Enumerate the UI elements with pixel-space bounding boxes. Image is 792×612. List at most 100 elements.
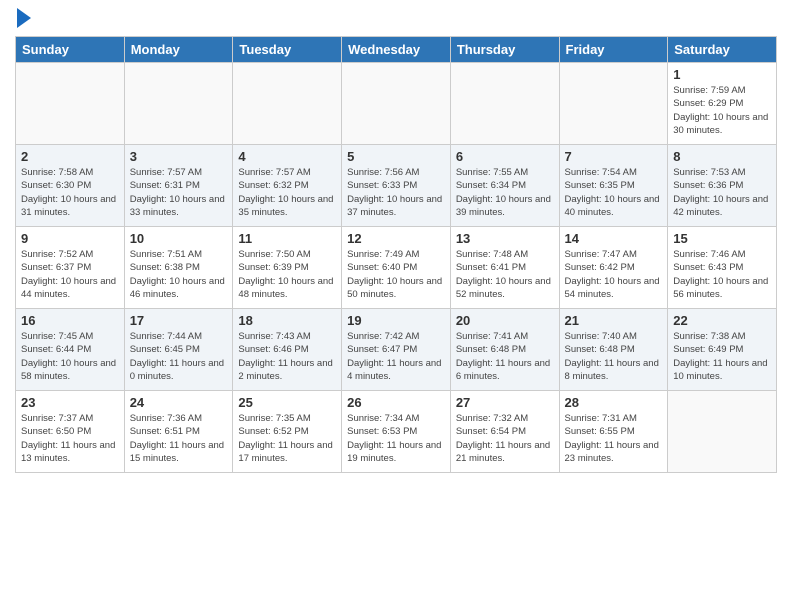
day-number: 7: [565, 149, 663, 164]
day-number: 4: [238, 149, 336, 164]
day-info: Sunrise: 7:54 AM Sunset: 6:35 PM Dayligh…: [565, 166, 663, 219]
day-number: 17: [130, 313, 228, 328]
calendar-cell: 27 Sunrise: 7:32 AM Sunset: 6:54 PM Dayli…: [450, 391, 559, 473]
day-number: 11: [238, 231, 336, 246]
day-info: Sunrise: 7:40 AM Sunset: 6:48 PM Dayligh…: [565, 330, 663, 383]
day-number: 3: [130, 149, 228, 164]
calendar-cell: [233, 63, 342, 145]
calendar-header-monday: Monday: [124, 37, 233, 63]
calendar-cell: 26Sunrise: 7:34 AM Sunset: 6:53 PM Dayli…: [342, 391, 451, 473]
calendar-cell: 13 Sunrise: 7:48 AM Sunset: 6:41 PM Dayli…: [450, 227, 559, 309]
day-number: 1: [673, 67, 771, 82]
calendar-cell: 7 Sunrise: 7:54 AM Sunset: 6:35 PM Daylig…: [559, 145, 668, 227]
day-number: 13: [456, 231, 554, 246]
calendar-week-3: 9 Sunrise: 7:52 AM Sunset: 6:37 PM Daylig…: [16, 227, 777, 309]
page-container: SundayMondayTuesdayWednesdayThursdayFrid…: [0, 0, 792, 478]
calendar-cell: 4 Sunrise: 7:57 AM Sunset: 6:32 PM Daylig…: [233, 145, 342, 227]
day-number: 23: [21, 395, 119, 410]
day-number: 10: [130, 231, 228, 246]
calendar-header-sunday: Sunday: [16, 37, 125, 63]
calendar-table: SundayMondayTuesdayWednesdayThursdayFrid…: [15, 36, 777, 473]
day-info: Sunrise: 7:46 AM Sunset: 6:43 PM Dayligh…: [673, 248, 771, 301]
calendar-header-row: SundayMondayTuesdayWednesdayThursdayFrid…: [16, 37, 777, 63]
day-number: 8: [673, 149, 771, 164]
calendar-week-5: 23 Sunrise: 7:37 AM Sunset: 6:50 PM Dayli…: [16, 391, 777, 473]
day-number: 20: [456, 313, 554, 328]
day-info: Sunrise: 7:56 AM Sunset: 6:33 PM Dayligh…: [347, 166, 445, 219]
day-info: Sunrise: 7:53 AM Sunset: 6:36 PM Dayligh…: [673, 166, 771, 219]
calendar-cell: 15 Sunrise: 7:46 AM Sunset: 6:43 PM Dayli…: [668, 227, 777, 309]
day-number: 21: [565, 313, 663, 328]
day-info: Sunrise: 7:43 AM Sunset: 6:46 PM Dayligh…: [238, 330, 336, 383]
day-info: Sunrise: 7:49 AM Sunset: 6:40 PM Dayligh…: [347, 248, 445, 301]
day-number: 19: [347, 313, 445, 328]
calendar-cell: [559, 63, 668, 145]
day-info: Sunrise: 7:32 AM Sunset: 6:54 PM Dayligh…: [456, 412, 554, 465]
day-number: 15: [673, 231, 771, 246]
calendar-cell: 11 Sunrise: 7:50 AM Sunset: 6:39 PM Dayli…: [233, 227, 342, 309]
day-number: 22: [673, 313, 771, 328]
calendar-cell: 19Sunrise: 7:42 AM Sunset: 6:47 PM Dayli…: [342, 309, 451, 391]
day-number: 12: [347, 231, 445, 246]
day-info: Sunrise: 7:31 AM Sunset: 6:55 PM Dayligh…: [565, 412, 663, 465]
day-info: Sunrise: 7:34 AM Sunset: 6:53 PM Dayligh…: [347, 412, 445, 465]
calendar-cell: 21 Sunrise: 7:40 AM Sunset: 6:48 PM Dayli…: [559, 309, 668, 391]
day-info: Sunrise: 7:50 AM Sunset: 6:39 PM Dayligh…: [238, 248, 336, 301]
day-number: 24: [130, 395, 228, 410]
calendar-cell: 10 Sunrise: 7:51 AM Sunset: 6:38 PM Dayli…: [124, 227, 233, 309]
day-info: Sunrise: 7:57 AM Sunset: 6:32 PM Dayligh…: [238, 166, 336, 219]
calendar-cell: [16, 63, 125, 145]
calendar-cell: [124, 63, 233, 145]
calendar-header-wednesday: Wednesday: [342, 37, 451, 63]
day-info: Sunrise: 7:47 AM Sunset: 6:42 PM Dayligh…: [565, 248, 663, 301]
day-number: 2: [21, 149, 119, 164]
calendar-header-thursday: Thursday: [450, 37, 559, 63]
calendar-cell: 22 Sunrise: 7:38 AM Sunset: 6:49 PM Dayli…: [668, 309, 777, 391]
calendar-cell: 14 Sunrise: 7:47 AM Sunset: 6:42 PM Dayli…: [559, 227, 668, 309]
day-number: 28: [565, 395, 663, 410]
calendar-cell: 25 Sunrise: 7:35 AM Sunset: 6:52 PM Dayli…: [233, 391, 342, 473]
calendar-cell: [668, 391, 777, 473]
day-number: 18: [238, 313, 336, 328]
day-info: Sunrise: 7:52 AM Sunset: 6:37 PM Dayligh…: [21, 248, 119, 301]
day-info: Sunrise: 7:55 AM Sunset: 6:34 PM Dayligh…: [456, 166, 554, 219]
calendar-header-tuesday: Tuesday: [233, 37, 342, 63]
calendar-cell: 12 Sunrise: 7:49 AM Sunset: 6:40 PM Dayli…: [342, 227, 451, 309]
calendar-cell: 20Sunrise: 7:41 AM Sunset: 6:48 PM Dayli…: [450, 309, 559, 391]
calendar-cell: 16 Sunrise: 7:45 AM Sunset: 6:44 PM Dayli…: [16, 309, 125, 391]
calendar-week-4: 16 Sunrise: 7:45 AM Sunset: 6:44 PM Dayli…: [16, 309, 777, 391]
calendar-cell: 17Sunrise: 7:44 AM Sunset: 6:45 PM Dayli…: [124, 309, 233, 391]
calendar-cell: 18 Sunrise: 7:43 AM Sunset: 6:46 PM Dayli…: [233, 309, 342, 391]
day-info: Sunrise: 7:48 AM Sunset: 6:41 PM Dayligh…: [456, 248, 554, 301]
logo: [15, 10, 31, 28]
day-number: 5: [347, 149, 445, 164]
calendar-header-saturday: Saturday: [668, 37, 777, 63]
calendar-cell: 5 Sunrise: 7:56 AM Sunset: 6:33 PM Daylig…: [342, 145, 451, 227]
day-info: Sunrise: 7:51 AM Sunset: 6:38 PM Dayligh…: [130, 248, 228, 301]
calendar-cell: 6 Sunrise: 7:55 AM Sunset: 6:34 PM Daylig…: [450, 145, 559, 227]
logo-arrow-icon: [17, 8, 31, 28]
calendar-cell: [342, 63, 451, 145]
calendar-header-friday: Friday: [559, 37, 668, 63]
calendar-cell: 1 Sunrise: 7:59 AM Sunset: 6:29 PM Daylig…: [668, 63, 777, 145]
calendar-cell: 23 Sunrise: 7:37 AM Sunset: 6:50 PM Dayli…: [16, 391, 125, 473]
header: [15, 10, 777, 28]
calendar-week-2: 2 Sunrise: 7:58 AM Sunset: 6:30 PM Daylig…: [16, 145, 777, 227]
day-info: Sunrise: 7:35 AM Sunset: 6:52 PM Dayligh…: [238, 412, 336, 465]
day-info: Sunrise: 7:37 AM Sunset: 6:50 PM Dayligh…: [21, 412, 119, 465]
day-number: 16: [21, 313, 119, 328]
calendar-cell: 9 Sunrise: 7:52 AM Sunset: 6:37 PM Daylig…: [16, 227, 125, 309]
day-info: Sunrise: 7:45 AM Sunset: 6:44 PM Dayligh…: [21, 330, 119, 383]
day-number: 6: [456, 149, 554, 164]
day-number: 9: [21, 231, 119, 246]
day-number: 27: [456, 395, 554, 410]
day-info: Sunrise: 7:58 AM Sunset: 6:30 PM Dayligh…: [21, 166, 119, 219]
calendar-cell: [450, 63, 559, 145]
calendar-cell: 8 Sunrise: 7:53 AM Sunset: 6:36 PM Daylig…: [668, 145, 777, 227]
day-number: 14: [565, 231, 663, 246]
day-info: Sunrise: 7:59 AM Sunset: 6:29 PM Dayligh…: [673, 84, 771, 137]
day-info: Sunrise: 7:38 AM Sunset: 6:49 PM Dayligh…: [673, 330, 771, 383]
calendar-cell: 2 Sunrise: 7:58 AM Sunset: 6:30 PM Daylig…: [16, 145, 125, 227]
calendar-cell: 24Sunrise: 7:36 AM Sunset: 6:51 PM Dayli…: [124, 391, 233, 473]
day-number: 25: [238, 395, 336, 410]
